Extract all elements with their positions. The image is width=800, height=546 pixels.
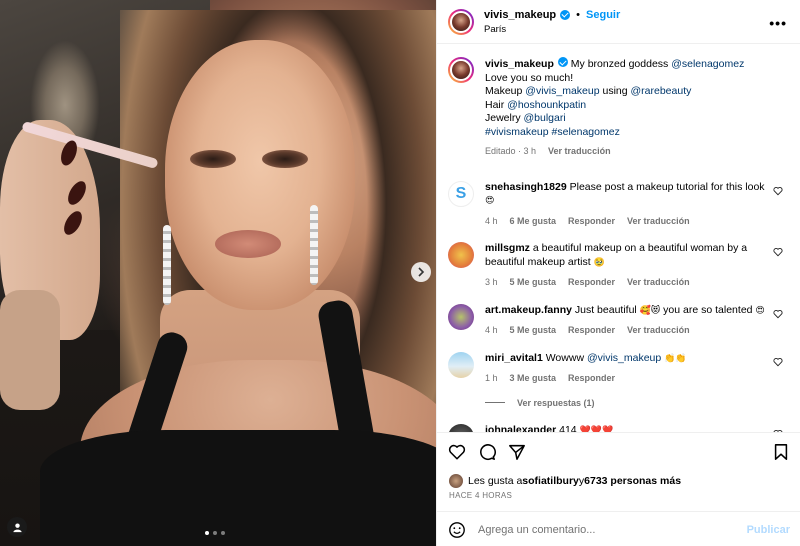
comment-username[interactable]: johnalexander bbox=[485, 424, 556, 433]
avatar[interactable] bbox=[448, 242, 474, 268]
comment-item: art.makeup.fanny Just beautiful 🥰😻 you a… bbox=[448, 303, 787, 338]
mention-link[interactable]: @bulgari bbox=[524, 112, 566, 124]
post-actions: Les gusta a sofiatilbury y 6733 personas… bbox=[437, 432, 800, 546]
photo-earring-right bbox=[310, 205, 318, 285]
avatar[interactable] bbox=[448, 351, 474, 378]
follow-button[interactable]: Seguir bbox=[586, 9, 620, 21]
post-photo[interactable] bbox=[0, 0, 436, 546]
more-options-icon[interactable]: ••• bbox=[769, 15, 787, 31]
heart-icon[interactable] bbox=[773, 247, 783, 257]
comments-list[interactable]: vivis_makeup My bronzed goddess @selenag… bbox=[437, 45, 800, 432]
mention-link[interactable]: @rarebeauty bbox=[631, 85, 692, 97]
carousel-dot bbox=[213, 531, 217, 535]
likes-count[interactable]: 6733 personas más bbox=[584, 475, 681, 487]
post-header: vivis_makeup • Seguir París ••• bbox=[437, 0, 800, 44]
translate-link[interactable]: Ver traducción bbox=[627, 324, 690, 338]
verified-badge-icon bbox=[557, 57, 568, 67]
comment-composer: Agrega un comentario... Publicar bbox=[437, 511, 800, 546]
comment-item: miri_avital1 Wowww @vivis_makeup 👏👏 1 h … bbox=[448, 351, 787, 386]
like-heart-icon[interactable] bbox=[448, 443, 466, 461]
caption-time: 3 h bbox=[523, 146, 537, 156]
caption-username[interactable]: vivis_makeup bbox=[485, 58, 554, 70]
comment-likes[interactable]: 5 Me gusta bbox=[510, 324, 557, 338]
avatar[interactable] bbox=[448, 303, 474, 330]
carousel-dot bbox=[205, 531, 209, 535]
carousel-indicator bbox=[205, 531, 225, 535]
mention-link[interactable]: @vivis_makeup bbox=[587, 352, 661, 364]
s-logo-icon: S bbox=[455, 184, 467, 202]
comment-input[interactable]: Agrega un comentario... bbox=[478, 524, 747, 536]
reply-button[interactable]: Responder bbox=[568, 276, 615, 290]
instagram-post-view: vivis_makeup • Seguir París ••• vivis_ma… bbox=[0, 0, 800, 546]
comment-likes[interactable]: 3 Me gusta bbox=[510, 372, 557, 386]
author-username[interactable]: vivis_makeup bbox=[484, 9, 556, 21]
comment-item: millsgmz a beautiful makeup on a beautif… bbox=[448, 242, 787, 290]
avatar[interactable]: S bbox=[448, 180, 474, 207]
comment-likes[interactable]: 5 Me gusta bbox=[510, 276, 557, 290]
heart-icon[interactable] bbox=[773, 357, 783, 367]
comment-username[interactable]: miri_avital1 bbox=[485, 352, 543, 364]
publish-button[interactable]: Publicar bbox=[747, 524, 790, 536]
verified-badge-icon bbox=[560, 9, 571, 20]
hashtags[interactable]: #vivismakeup #selenagomez bbox=[485, 126, 620, 138]
photo-lips bbox=[215, 230, 281, 258]
user-icon bbox=[12, 522, 22, 532]
avatar bbox=[449, 474, 463, 488]
tagged-users-button[interactable] bbox=[7, 517, 27, 537]
mention-link[interactable]: @vivis_makeup bbox=[525, 85, 599, 97]
heart-icon[interactable] bbox=[773, 186, 783, 196]
edited-label: Editado bbox=[485, 146, 516, 156]
carousel-dot bbox=[221, 531, 225, 535]
liker-username[interactable]: sofiatilbury bbox=[522, 475, 579, 487]
mention-link[interactable]: @hoshounkpatin bbox=[507, 99, 586, 111]
avatar[interactable] bbox=[448, 8, 474, 35]
avatar[interactable] bbox=[448, 57, 474, 83]
translate-link[interactable]: Ver traducción bbox=[548, 145, 611, 159]
post-caption: vivis_makeup My bronzed goddess @selenag… bbox=[448, 57, 787, 159]
post-timestamp: HACE 4 HORAS bbox=[449, 491, 513, 500]
chevron-right-icon bbox=[418, 267, 425, 277]
comment-username[interactable]: snehasingh1829 bbox=[485, 181, 567, 193]
emoji-smiley-icon[interactable] bbox=[448, 521, 466, 539]
comment-item: S snehasingh1829 Please post a makeup tu… bbox=[448, 180, 787, 229]
photo-black-top bbox=[40, 430, 436, 546]
bookmark-icon[interactable] bbox=[772, 443, 790, 461]
share-send-icon[interactable] bbox=[508, 443, 526, 461]
comment-username[interactable]: millsgmz bbox=[485, 242, 530, 254]
likes-summary[interactable]: Les gusta a sofiatilbury y 6733 personas… bbox=[449, 474, 681, 488]
translate-link[interactable]: Ver traducción bbox=[627, 215, 690, 229]
comment-bubble-icon[interactable] bbox=[478, 443, 496, 461]
location-link[interactable]: París bbox=[484, 24, 620, 35]
mention-link[interactable]: @selenagomez bbox=[671, 58, 744, 70]
reply-button[interactable]: Responder bbox=[568, 372, 615, 386]
comment-likes[interactable]: 6 Me gusta bbox=[510, 215, 557, 229]
next-photo-button[interactable] bbox=[411, 262, 431, 282]
reply-button[interactable]: Responder bbox=[568, 215, 615, 229]
post-sidebar: vivis_makeup • Seguir París ••• vivis_ma… bbox=[436, 0, 800, 546]
reply-button[interactable]: Responder bbox=[568, 324, 615, 338]
comment-item: johnalexander 414 ❤️❤️❤️ bbox=[448, 423, 787, 433]
heart-icon[interactable] bbox=[773, 309, 783, 319]
translate-link[interactable]: Ver traducción bbox=[627, 276, 690, 290]
avatar[interactable] bbox=[448, 423, 474, 432]
view-replies-button[interactable]: Ver respuestas (1) bbox=[485, 398, 787, 408]
photo-earring-left bbox=[163, 225, 171, 305]
comment-username[interactable]: art.makeup.fanny bbox=[485, 304, 572, 316]
photo-face bbox=[165, 40, 355, 310]
